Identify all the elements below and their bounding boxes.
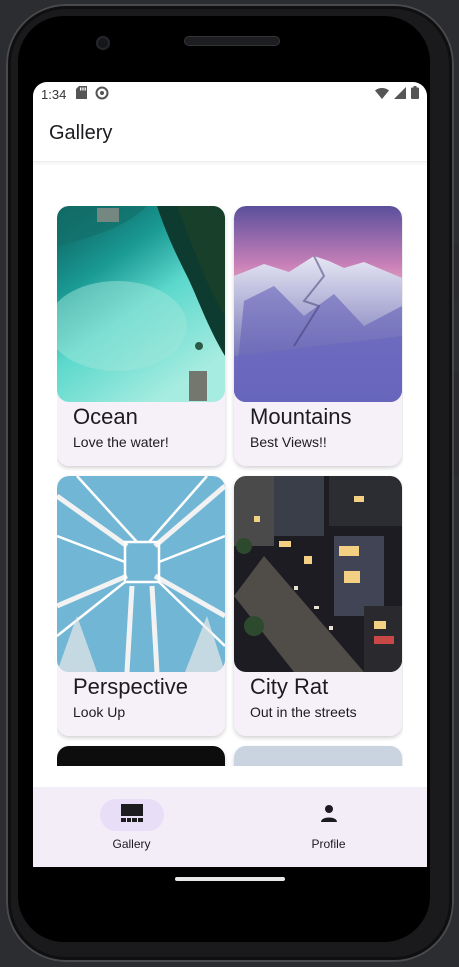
- person-icon: [320, 804, 338, 827]
- card-subtitle: Out in the streets: [250, 704, 357, 720]
- sync-icon: [95, 86, 109, 103]
- bottom-navigation: Gallery Profile: [33, 787, 427, 867]
- city-photo: [234, 476, 402, 672]
- nav-label: Profile: [311, 837, 346, 851]
- gallery-icon: [120, 803, 143, 827]
- nav-label: Gallery: [112, 837, 151, 851]
- card-subtitle: Look Up: [73, 704, 126, 720]
- nav-pill: [297, 799, 361, 831]
- sd-card-icon: [76, 86, 88, 102]
- gallery-card-partial[interactable]: [234, 746, 402, 766]
- front-camera-icon: [96, 36, 110, 50]
- mountains-photo: [234, 206, 402, 402]
- power-button: [454, 372, 458, 476]
- nav-item-gallery[interactable]: Gallery: [33, 787, 230, 867]
- card-subtitle: Love the water!: [73, 434, 169, 450]
- card-subtitle: Best Views!!: [250, 434, 327, 450]
- page-title: Gallery: [49, 122, 113, 144]
- gallery-card-partial[interactable]: [57, 746, 225, 766]
- card-title: City Rat: [250, 674, 329, 699]
- nav-item-profile[interactable]: Profile: [230, 787, 427, 867]
- gallery-card-city-rat[interactable]: City Rat Out in the streets: [234, 476, 402, 736]
- status-time: 1:34: [41, 86, 67, 102]
- nav-pill-active: [99, 799, 164, 831]
- battery-icon: [411, 86, 419, 102]
- gallery-card-ocean[interactable]: Ocean Love the water!: [57, 206, 225, 466]
- ocean-photo: [57, 206, 225, 402]
- phone-frame: 1:34 Gallery Ocean Love the water! Mount…: [0, 0, 459, 967]
- app-screen: 1:34 Gallery Ocean Love the water! Mount…: [33, 82, 427, 867]
- card-title: Mountains: [250, 404, 352, 429]
- speaker-grille: [184, 36, 280, 46]
- volume-button: [454, 244, 458, 302]
- gallery-card-perspective[interactable]: Perspective Look Up: [57, 476, 225, 736]
- gallery-grid[interactable]: Ocean Love the water! Mountains Best Vie…: [57, 206, 403, 766]
- home-indicator[interactable]: [175, 877, 285, 881]
- top-app-bar: Gallery: [33, 106, 427, 162]
- gallery-card-mountains[interactable]: Mountains Best Views!!: [234, 206, 402, 466]
- card-title: Ocean: [73, 404, 138, 429]
- card-title: Perspective: [73, 674, 188, 699]
- wifi-icon: [375, 87, 389, 102]
- signal-icon: [394, 86, 406, 102]
- status-bar: 1:34: [33, 82, 427, 106]
- ferris-wheel-photo: [57, 476, 225, 672]
